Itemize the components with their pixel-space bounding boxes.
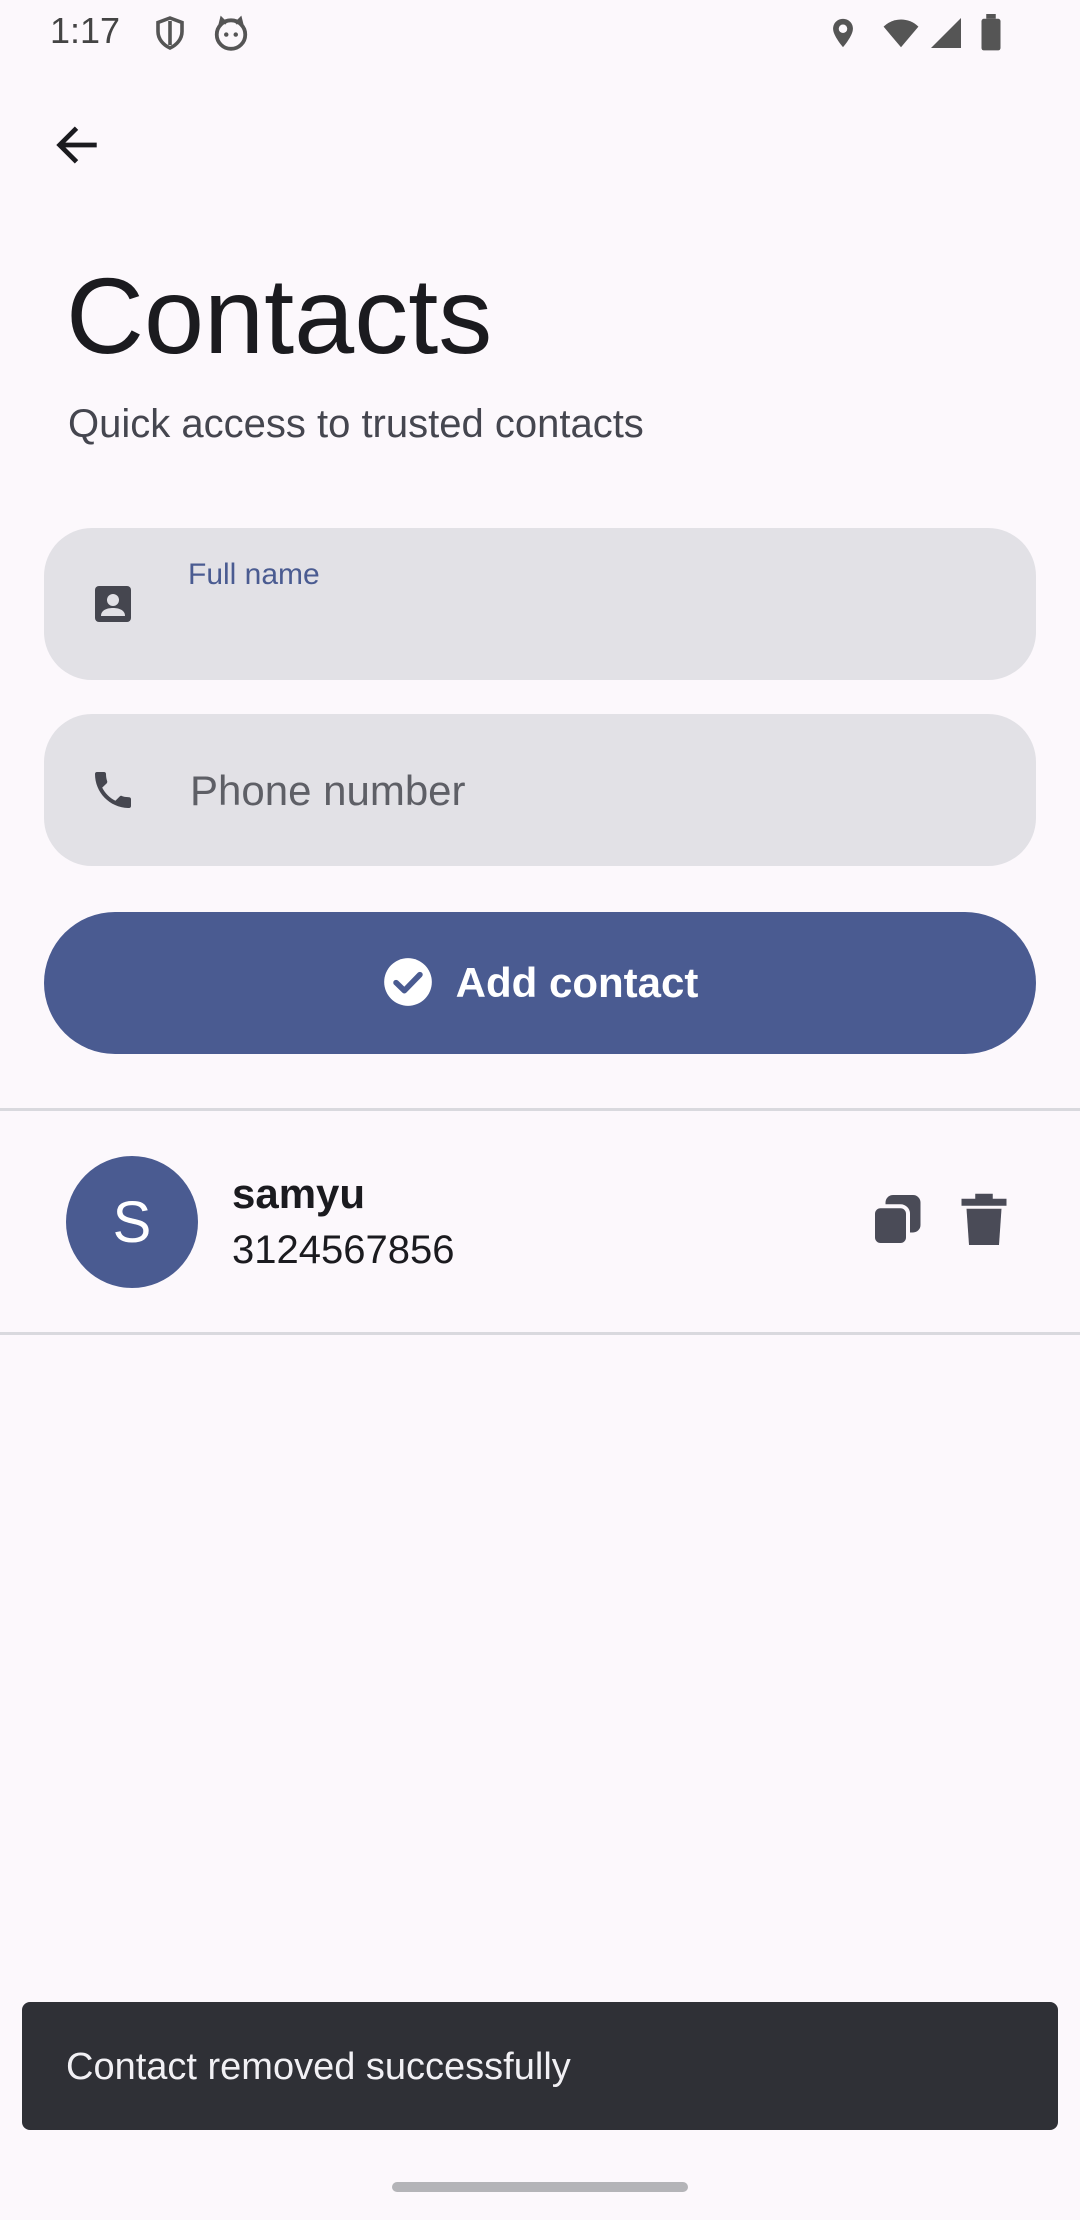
contacts-screen: 1:17 Contacts Quick access to trusted co…	[0, 0, 1080, 2220]
add-contact-button[interactable]: Add contact	[44, 912, 1036, 1054]
arrow-back-icon	[51, 119, 103, 176]
navigation-gesture-handle[interactable]	[392, 2182, 688, 2192]
phone-icon	[86, 763, 140, 817]
check-circle-icon	[382, 956, 434, 1011]
wifi-icon	[880, 14, 922, 57]
divider	[0, 1108, 1080, 1111]
contact-name: samyu	[232, 1170, 366, 1217]
full-name-label: Full name	[188, 558, 320, 591]
divider	[0, 1332, 1080, 1335]
copy-icon	[868, 1190, 928, 1255]
back-button[interactable]	[40, 110, 114, 184]
delete-contact-button[interactable]	[946, 1184, 1022, 1260]
delete-icon	[954, 1190, 1014, 1255]
full-name-field[interactable]: Full name	[44, 528, 1036, 680]
shield-icon	[152, 14, 188, 57]
contact-phone: 3124567856	[232, 1228, 455, 1272]
contact-list-item[interactable]: S samyu 3124567856	[0, 1114, 1080, 1332]
phone-number-field[interactable]	[44, 714, 1036, 866]
cat-icon	[212, 14, 250, 57]
page-title: Contacts	[66, 255, 493, 376]
status-time: 1:17	[50, 10, 121, 51]
battery-icon	[978, 14, 1004, 57]
snackbar-message: Contact removed successfully	[66, 2046, 571, 2088]
copy-contact-button[interactable]	[860, 1184, 936, 1260]
snackbar: Contact removed successfully	[22, 2002, 1058, 2130]
page-subtitle: Quick access to trusted contacts	[68, 402, 644, 446]
signal-icon	[928, 14, 964, 57]
full-name-input[interactable]	[188, 600, 996, 656]
phone-number-input[interactable]	[188, 760, 996, 822]
avatar: S	[66, 1156, 198, 1288]
status-bar: 1:17	[0, 0, 1080, 66]
contact-card-icon	[86, 577, 140, 631]
location-icon	[826, 14, 860, 57]
add-contact-label: Add contact	[455, 959, 699, 1006]
